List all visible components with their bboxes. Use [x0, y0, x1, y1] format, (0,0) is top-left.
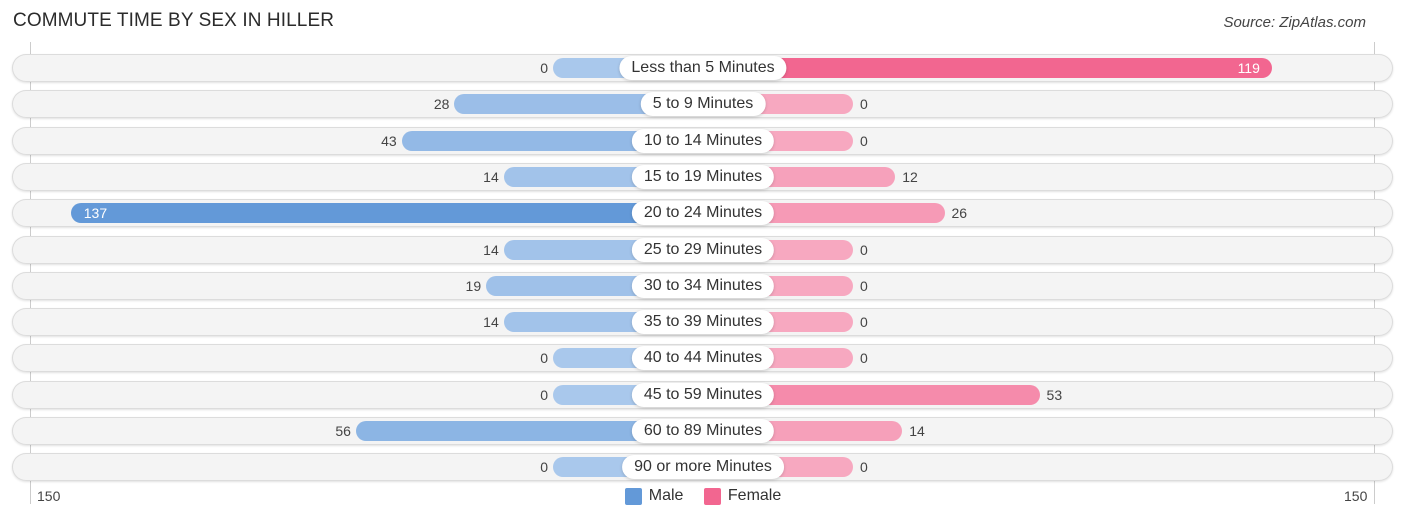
value-label-male: 14	[483, 169, 499, 185]
value-label-female: 0	[860, 242, 868, 258]
value-label-male: 28	[433, 96, 450, 112]
value-label-male: 14	[483, 242, 499, 258]
value-label-female: 14	[909, 423, 925, 439]
category-label: 20 to 24 Minutes	[631, 201, 775, 225]
value-label-male: 14	[483, 314, 499, 330]
category-label: Less than 5 Minutes	[619, 56, 787, 80]
value-label-female: 0	[860, 314, 868, 330]
value-label-male: 19	[465, 278, 482, 294]
value-label-female: 0	[860, 459, 868, 475]
legend-item-male[interactable]: Male	[624, 487, 684, 505]
value-label-female: 26	[951, 205, 968, 221]
chart-area: 0 119 Less than 5 Minutes 28 0 5 to 9 Minutes…	[0, 0, 1406, 522]
category-label: 45 to 59 Minutes	[631, 383, 775, 407]
legend-swatch-male	[624, 487, 642, 505]
value-label-female: 12	[902, 169, 918, 185]
value-label-female: 0	[860, 133, 868, 149]
legend-swatch-female	[703, 487, 721, 505]
category-label: 40 to 44 Minutes	[631, 346, 775, 370]
value-label-male: 0	[540, 459, 548, 475]
category-label: 10 to 14 Minutes	[631, 129, 775, 153]
value-label-male: 0	[540, 350, 548, 366]
legend-label-female: Female	[727, 487, 782, 504]
value-label-female: 119	[1237, 60, 1260, 76]
value-label-male: 0	[540, 60, 548, 76]
value-label-male: 56	[335, 423, 351, 439]
category-label: 35 to 39 Minutes	[631, 310, 775, 334]
value-label-male: 43	[381, 133, 397, 149]
category-label: 5 to 9 Minutes	[640, 92, 766, 116]
bar-male[interactable]	[70, 203, 703, 223]
legend: Male Female	[0, 487, 1406, 510]
value-label-female: 53	[1046, 387, 1063, 403]
value-label-male: 0	[540, 387, 548, 403]
value-label-female: 0	[860, 350, 868, 366]
value-label-male: 137	[83, 205, 108, 221]
legend-label-male: Male	[648, 487, 684, 504]
category-label: 60 to 89 Minutes	[631, 419, 775, 443]
bar-female[interactable]	[703, 58, 1272, 78]
value-label-female: 0	[860, 96, 868, 112]
category-label: 90 or more Minutes	[622, 455, 784, 479]
category-label: 30 to 34 Minutes	[631, 274, 775, 298]
value-label-female: 0	[860, 278, 868, 294]
category-label: 15 to 19 Minutes	[631, 165, 775, 189]
legend-item-female[interactable]: Female	[703, 487, 782, 505]
category-label: 25 to 29 Minutes	[631, 238, 775, 262]
